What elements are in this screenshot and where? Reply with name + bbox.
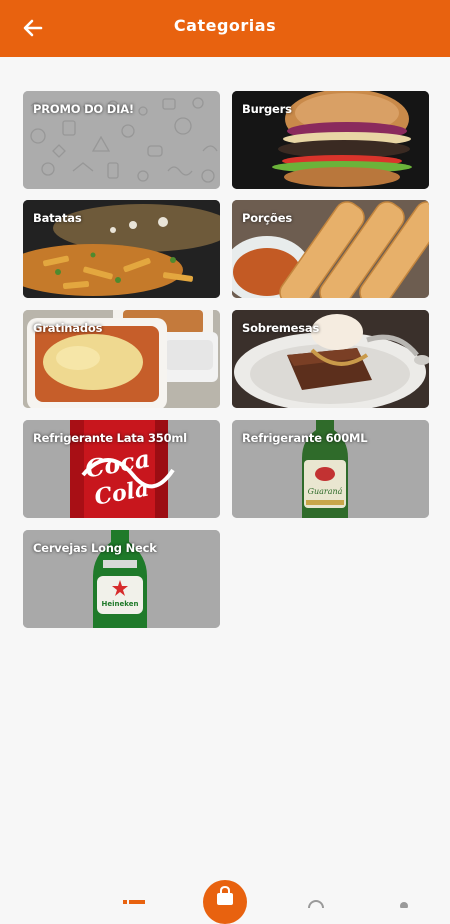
cart-button[interactable] <box>203 880 247 924</box>
svg-text:Guaraná: Guaraná <box>308 487 343 496</box>
category-tile-burgers[interactable]: Burgers <box>232 91 429 189</box>
category-label: Burgers <box>242 102 292 116</box>
search-nav-button[interactable] <box>306 893 326 916</box>
category-tile-porcoes[interactable]: Porções <box>232 200 429 298</box>
category-label: Sobremesas <box>242 321 320 335</box>
category-label: Refrigerante 600ML <box>242 431 368 445</box>
category-tile-sobremesas[interactable]: Sobremesas <box>232 310 429 408</box>
category-label: Porções <box>242 211 292 225</box>
category-label: Refrigerante Lata 350ml <box>33 431 187 445</box>
category-tile-gratinados[interactable]: Gratinados <box>23 310 220 408</box>
category-tile-batatas[interactable]: Batatas <box>23 200 220 298</box>
app-bar: Categorias <box>0 0 450 57</box>
category-label: Gratinados <box>33 321 103 335</box>
list-nav-button[interactable] <box>121 893 147 912</box>
shopping-bag-icon <box>217 886 233 905</box>
category-tile-refrigerante-lata[interactable]: Coca Cola Refrigerante Lata 350ml <box>23 420 220 518</box>
category-label: Cervejas Long Neck <box>33 541 157 555</box>
profile-nav-button[interactable] <box>398 893 410 912</box>
category-tile-promo[interactable]: PROMO DO DIA! <box>23 91 220 189</box>
category-label: Batatas <box>33 211 82 225</box>
svg-text:Heineken: Heineken <box>102 600 139 608</box>
category-tile-refrigerante-600ml[interactable]: Guaraná Refrigerante 600ML <box>232 420 429 518</box>
category-tile-cervejas[interactable]: Heineken Cervejas Long Neck <box>23 530 220 628</box>
category-label: PROMO DO DIA! <box>33 102 134 116</box>
page-title: Categorias <box>173 16 277 35</box>
